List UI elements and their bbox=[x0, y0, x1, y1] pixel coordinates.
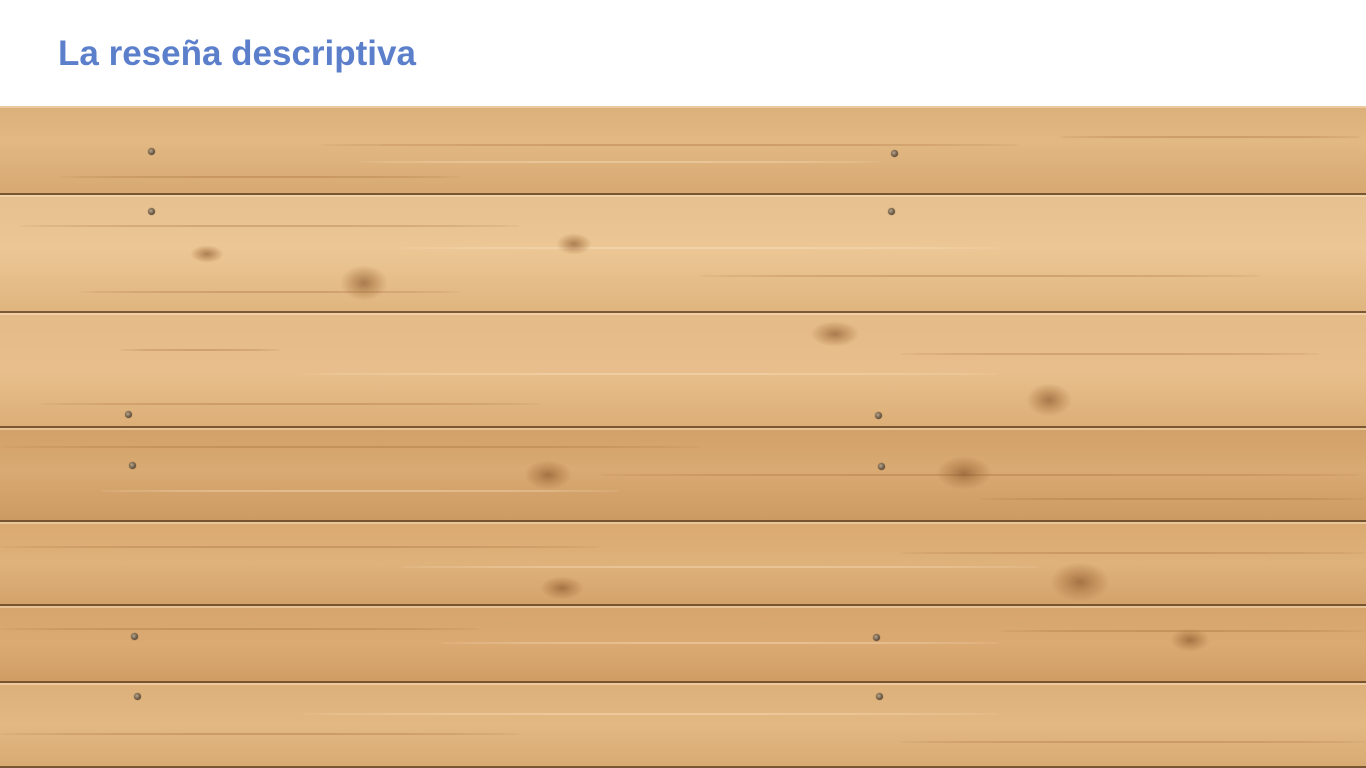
wood-plank bbox=[0, 106, 1366, 195]
nail-head bbox=[131, 633, 138, 640]
slide: La reseña descriptiva bbox=[0, 0, 1366, 768]
nail-head bbox=[125, 411, 132, 418]
nail-head bbox=[148, 148, 155, 155]
wood-plank bbox=[0, 195, 1366, 313]
nail-head bbox=[878, 463, 885, 470]
nail-head bbox=[129, 462, 136, 469]
nail-head bbox=[888, 208, 895, 215]
nail-head bbox=[134, 693, 141, 700]
nail-head bbox=[875, 412, 882, 419]
slide-title: La reseña descriptiva bbox=[58, 34, 416, 73]
wood-plank bbox=[0, 683, 1366, 768]
slide-header: La reseña descriptiva bbox=[0, 0, 1366, 106]
wood-plank bbox=[0, 313, 1366, 428]
nail-head bbox=[873, 634, 880, 641]
nail-head bbox=[876, 693, 883, 700]
wood-plank bbox=[0, 522, 1366, 606]
nail-head bbox=[891, 150, 898, 157]
wood-plank-background bbox=[0, 106, 1366, 768]
wood-plank bbox=[0, 606, 1366, 683]
wood-plank bbox=[0, 428, 1366, 522]
nail-head bbox=[148, 208, 155, 215]
